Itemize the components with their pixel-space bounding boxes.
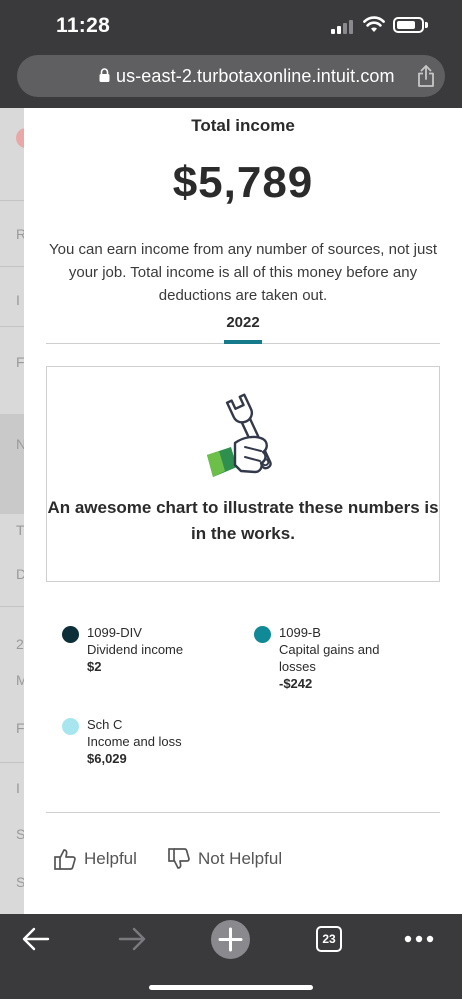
url-text: us-east-2.turbotaxonline.intuit.com: [116, 66, 395, 86]
forward-arrow-icon[interactable]: [118, 927, 146, 951]
legend-code: 1099-B: [279, 625, 321, 640]
share-icon[interactable]: [417, 64, 435, 88]
not-helpful-label: Not Helpful: [198, 849, 283, 868]
new-tab-button[interactable]: [211, 920, 250, 959]
battery-icon: [393, 17, 424, 33]
legend-text: Sch C Income and loss $6,029: [87, 716, 232, 767]
legend-description: Capital gains and losses: [279, 642, 380, 674]
legend-text: 1099-B Capital gains and losses -$242: [279, 624, 399, 692]
browser-toolbar: 23: [0, 914, 462, 999]
legend-description: Dividend income: [87, 642, 184, 657]
total-income-amount: $5,789: [172, 158, 314, 207]
chart-placeholder-box: An awesome chart to illustrate these num…: [46, 366, 440, 582]
legend-value: $2: [87, 659, 102, 674]
legend-dot: [62, 626, 79, 643]
not-helpful-button[interactable]: Not Helpful: [168, 846, 282, 872]
thumbs-down-icon: [168, 848, 190, 869]
chart-placeholder-message: An awesome chart to illustrate these num…: [47, 498, 439, 543]
feedback-divider: [46, 812, 440, 813]
status-bar: 11:28: [0, 0, 462, 52]
lock-icon: [99, 68, 110, 82]
legend-dot: [62, 718, 79, 735]
address-bar-area: us-east-2.turbotaxonline.intuit.com: [0, 52, 462, 108]
income-description: You can earn income from any number of s…: [49, 241, 437, 304]
legend-value: -$242: [279, 676, 313, 691]
thumbs-up-icon: [54, 849, 76, 870]
url-bar[interactable]: us-east-2.turbotaxonline.intuit.com: [17, 55, 445, 97]
battery-tip: [425, 22, 428, 28]
helpful-label: Helpful: [84, 849, 137, 868]
tab-year[interactable]: 2022: [24, 314, 462, 331]
tab-active-indicator: [224, 340, 262, 344]
background-text: 2: [16, 636, 24, 652]
back-arrow-icon[interactable]: [22, 927, 50, 951]
legend-code: 1099-DIV: [87, 625, 142, 640]
legend-value: $6,029: [87, 751, 127, 766]
more-icon[interactable]: [404, 935, 434, 943]
wrench-hand-icon: [207, 393, 272, 477]
background-text: I: [16, 292, 20, 308]
tabs-icon[interactable]: 23: [316, 926, 342, 952]
home-indicator: [149, 985, 313, 990]
status-time: 11:28: [56, 14, 111, 37]
wifi-icon: [363, 16, 385, 32]
legend-dot: [254, 626, 271, 643]
legend-code: Sch C: [87, 717, 123, 732]
card-title: Total income: [191, 116, 295, 135]
total-income-card: Total income $5,789 You can earn income …: [24, 108, 462, 914]
legend-description: Income and loss: [87, 734, 182, 749]
helpful-button[interactable]: Helpful: [54, 846, 137, 872]
legend-text: 1099-DIV Dividend income $2: [87, 624, 232, 675]
cellular-signal-icon: [331, 20, 355, 34]
background-text: I: [16, 780, 20, 796]
plus-icon: [218, 927, 243, 952]
